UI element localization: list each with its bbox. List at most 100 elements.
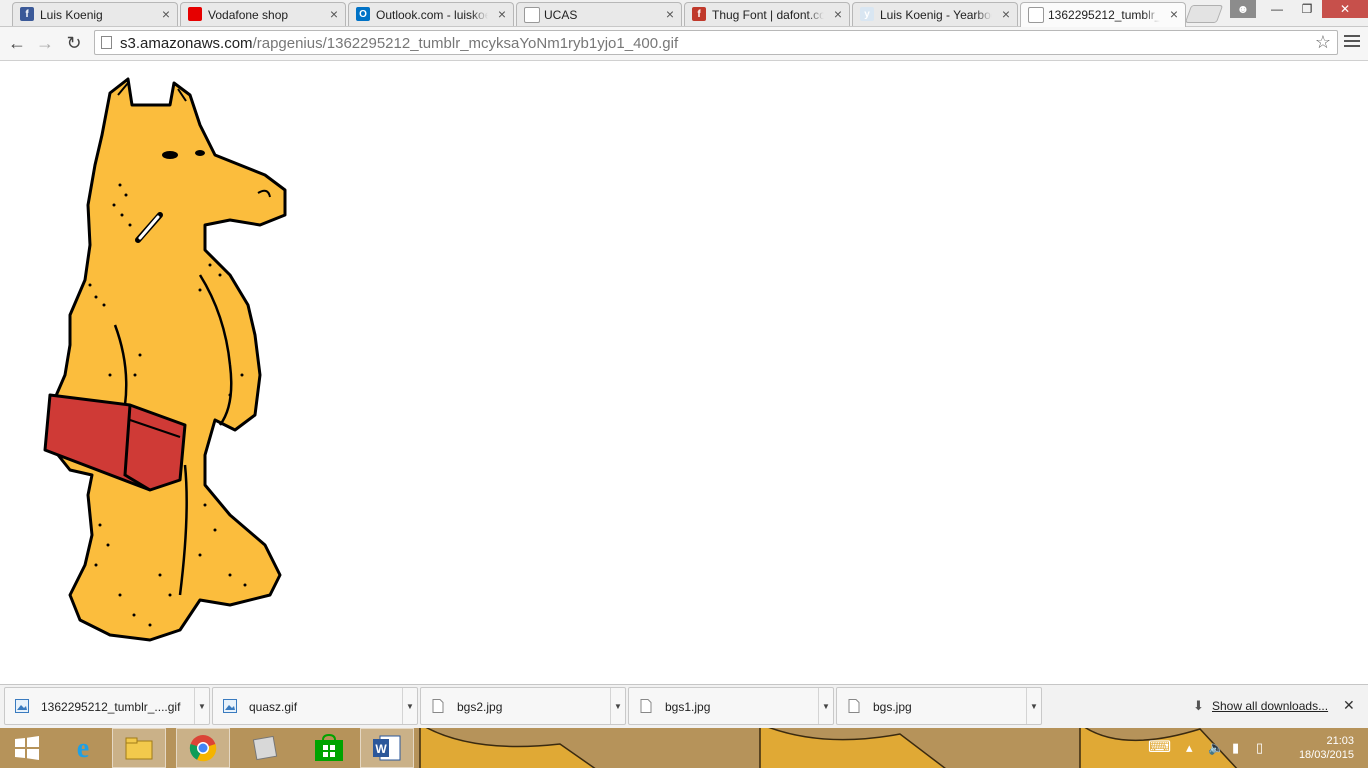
start-button[interactable] [0, 728, 54, 768]
download-shelf: 1362295212_tumblr_....gif ▼ quasz.gif ▼ bgs2… [0, 684, 1368, 728]
tab[interactable]: O Outlook.com - luiskoe × [348, 2, 514, 26]
image-file-icon [15, 699, 29, 713]
forward-button[interactable]: → [33, 31, 57, 55]
clock-date: 18/03/2015 [1298, 749, 1354, 761]
facebook-icon: f [20, 7, 34, 21]
tab-close-icon[interactable]: × [498, 6, 506, 22]
windows-taskbar: e W ⌨ ▴ 🔈 ▮ ▯ 21:03 18/03/2015 [0, 728, 1368, 768]
tab[interactable]: y Luis Koenig - Yearbook × [852, 2, 1018, 26]
internet-explorer-button[interactable]: e [56, 728, 110, 768]
download-filename: 1362295212_tumblr_....gif [41, 700, 181, 714]
file-explorer-icon [125, 737, 153, 760]
url-host: s3.amazonaws.com [120, 35, 253, 52]
tab-close-icon[interactable]: × [330, 6, 338, 22]
network-icon[interactable]: ▮ [1232, 740, 1239, 756]
tab[interactable]: UCAS × [516, 2, 682, 26]
show-hidden-icons-icon[interactable]: ▴ [1186, 740, 1193, 756]
download-item[interactable]: bgs.jpg ▼ [836, 687, 1042, 725]
tab[interactable]: 1362295212_tumblr_mcyksaYoNm1ryb1yjo1_40… [1020, 2, 1186, 27]
vodafone-icon [188, 7, 202, 21]
tab-close-icon[interactable]: × [1170, 6, 1178, 22]
clock[interactable]: 21:03 18/03/2015 [1299, 734, 1354, 762]
bear-image [43, 77, 287, 642]
tab-title: Luis Koenig - Yearbook [880, 8, 992, 22]
system-tray: ⌨ ▴ 🔈 ▮ ▯ 21:03 18/03/2015 [1138, 728, 1368, 768]
keyboard-icon[interactable]: ⌨ [1148, 737, 1171, 757]
download-menu-chevron-icon[interactable]: ▼ [194, 688, 209, 724]
tab-close-icon[interactable]: × [834, 6, 842, 22]
browser-toolbar: ← → ↻ s3.amazonaws.com/rapgenius/1362295… [0, 27, 1368, 61]
url-path: /rapgenius/1362295212_tumblr_mcyksaYoNm1… [252, 35, 679, 52]
download-menu-chevron-icon[interactable]: ▼ [610, 688, 625, 724]
restore-button[interactable]: ❐ [1292, 0, 1322, 18]
store-button[interactable] [302, 728, 356, 768]
download-item[interactable]: bgs1.jpg ▼ [628, 687, 834, 725]
bear-body [48, 77, 287, 642]
tab[interactable]: Vodafone shop × [180, 2, 346, 26]
download-arrow-icon: ⬇ [1193, 698, 1204, 713]
window-controls: ☻ — ❐ ✕ [1230, 0, 1368, 18]
download-item[interactable]: quasz.gif ▼ [212, 687, 418, 725]
download-item[interactable]: 1362295212_tumblr_....gif ▼ [4, 687, 210, 725]
word-button[interactable]: W [360, 728, 414, 768]
tab-title: Outlook.com - luiskoe [376, 8, 488, 22]
profile-icon[interactable]: ☻ [1230, 0, 1256, 18]
tab-title: Vodafone shop [208, 8, 289, 22]
svg-text:e: e [77, 733, 89, 763]
tab[interactable]: f Thug Font | dafont.com × [684, 2, 850, 26]
dafont-icon: f [692, 7, 706, 21]
tab-close-icon[interactable]: × [666, 6, 674, 22]
app-button[interactable] [238, 728, 292, 768]
tab-title: Thug Font | dafont.com [712, 8, 824, 22]
image-file-icon [223, 699, 237, 713]
word-icon: W [373, 735, 401, 761]
close-window-button[interactable]: ✕ [1322, 0, 1368, 18]
url-text: s3.amazonaws.com/rapgenius/1362295212_tu… [120, 35, 678, 52]
download-menu-chevron-icon[interactable]: ▼ [818, 688, 833, 724]
show-all-downloads-link[interactable]: Show all downloads... [1212, 699, 1328, 713]
close-shelf-icon[interactable]: ✕ [1343, 697, 1355, 714]
tab[interactable]: f Luis Koenig × [12, 2, 178, 26]
clock-time: 21:03 [1326, 735, 1354, 747]
store-icon [315, 734, 343, 761]
battery-icon[interactable]: ▯ [1256, 740, 1263, 756]
bookmark-star-icon[interactable]: ☆ [1315, 32, 1331, 53]
tab-title: Luis Koenig [40, 8, 103, 22]
download-menu-chevron-icon[interactable]: ▼ [1026, 688, 1041, 724]
tab-title: 1362295212_tumblr_mcyksaYoNm1ryb1yjo1_40… [1048, 8, 1160, 22]
download-filename: bgs.jpg [873, 700, 912, 714]
app-icon [252, 735, 278, 761]
svg-text:W: W [375, 742, 387, 756]
file-icon [639, 699, 653, 713]
page-icon [1028, 7, 1044, 23]
page-content [0, 61, 1368, 684]
chrome-button[interactable] [176, 728, 230, 768]
internet-explorer-icon: e [77, 733, 89, 763]
page-icon [524, 7, 540, 23]
minimize-button[interactable]: — [1262, 0, 1292, 18]
file-explorer-button[interactable] [112, 728, 166, 768]
download-item[interactable]: bgs2.jpg ▼ [420, 687, 626, 725]
bear-eye [162, 151, 178, 159]
bear-eye [195, 150, 205, 156]
speaker-icon[interactable]: 🔈 [1208, 740, 1224, 756]
address-bar[interactable]: s3.amazonaws.com/rapgenius/1362295212_tu… [94, 30, 1338, 55]
yearbook-icon: y [860, 7, 874, 21]
download-filename: bgs2.jpg [457, 700, 503, 714]
tab-strip: f Luis Koenig × Vodafone shop × O Outlook.com … [0, 0, 1368, 27]
tab-close-icon[interactable]: × [162, 6, 170, 22]
reload-button[interactable]: ↻ [62, 31, 86, 55]
chrome-menu-button[interactable] [1344, 32, 1360, 50]
back-button[interactable]: ← [5, 31, 29, 55]
download-menu-chevron-icon[interactable]: ▼ [402, 688, 417, 724]
tab-title: UCAS [544, 8, 578, 22]
file-icon [431, 699, 445, 713]
page-icon [101, 36, 112, 49]
outlook-icon: O [356, 7, 370, 21]
new-tab-button[interactable] [1184, 5, 1224, 23]
chrome-icon [189, 735, 217, 762]
file-icon [847, 699, 861, 713]
tab-close-icon[interactable]: × [1002, 6, 1010, 22]
download-filename: quasz.gif [249, 700, 298, 714]
windows-logo-icon [15, 736, 39, 760]
